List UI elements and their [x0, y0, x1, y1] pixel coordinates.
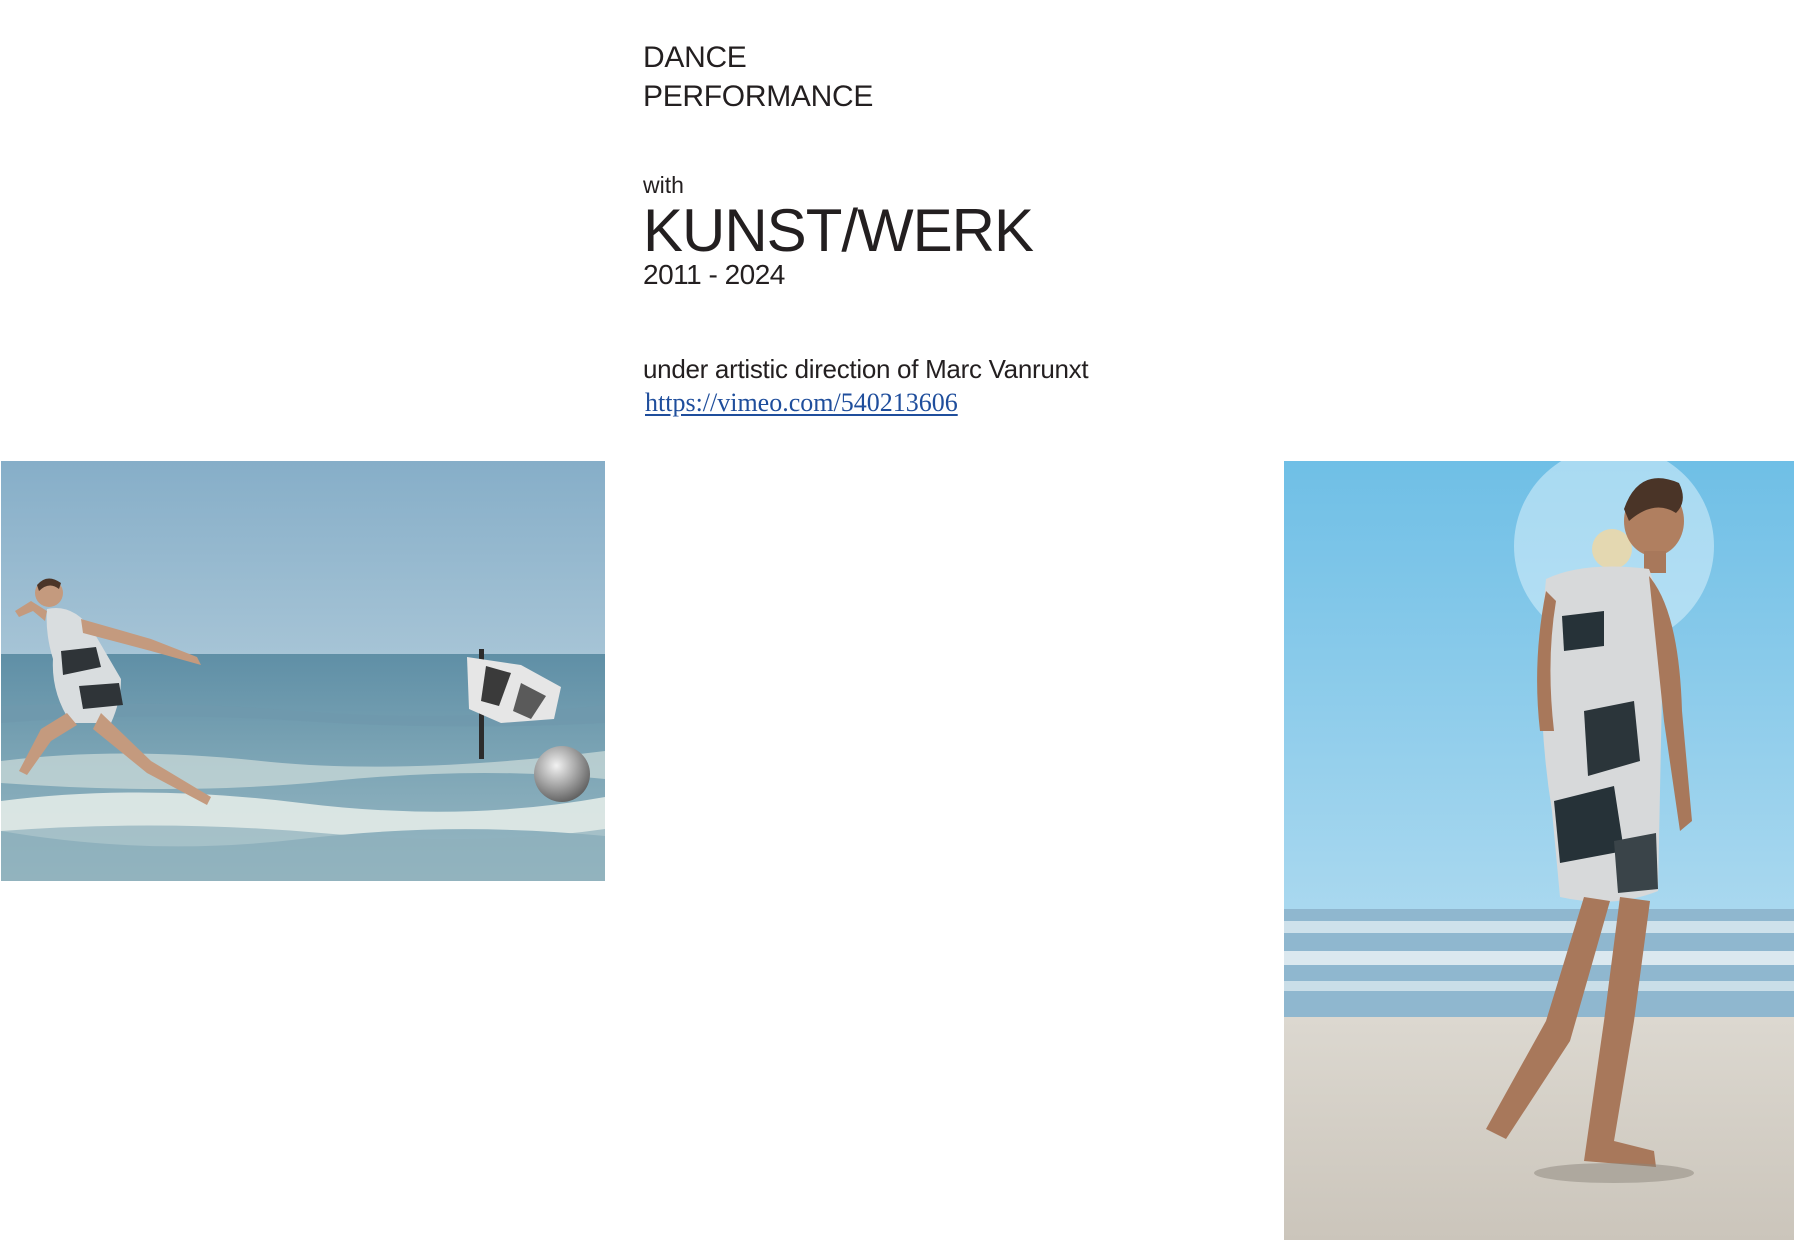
title-block: DANCE PERFORMANCE with KUNST/WERK 2011 -… — [643, 38, 1263, 420]
sea-scene-image — [1, 461, 605, 881]
beach-scene-image — [1284, 461, 1794, 1240]
headline-performance: PERFORMANCE — [643, 80, 874, 113]
artistic-direction: under artistic direction of Marc Vanrunx… — [643, 354, 1089, 384]
photo-dancer-in-sea — [1, 461, 605, 881]
vimeo-link[interactable]: https://vimeo.com/540213606 — [645, 386, 958, 420]
photo-dancer-on-beach — [1284, 461, 1794, 1240]
with-label: with — [643, 172, 684, 198]
headline-dance: DANCE — [643, 41, 747, 74]
company-name: KUNST/WERK — [643, 197, 1034, 264]
